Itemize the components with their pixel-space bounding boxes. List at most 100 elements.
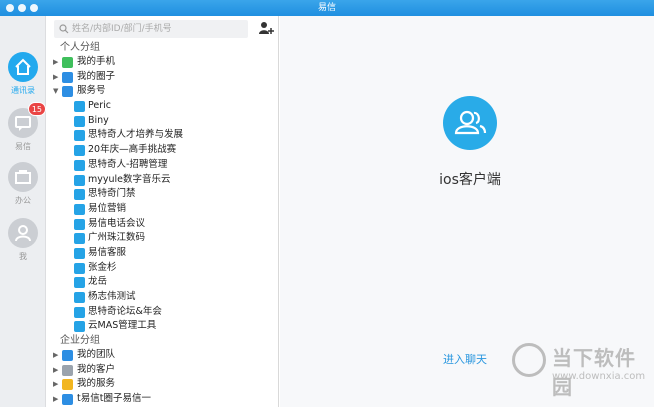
rail-label: 易信 <box>15 142 31 151</box>
contact-list-panel: 个人分组 ▶ 我的手机 ▶ 我的圈子 ▼ 服务号 Peric Biny 思特奇人才培养与发展 20… <box>46 16 279 407</box>
group-label: 我的手机 <box>77 56 116 67</box>
contact-label: myyule数字音乐云 <box>88 173 171 185</box>
contact-label: 易信客服 <box>88 246 127 258</box>
person-icon <box>74 130 85 142</box>
group-title-enterprise: 企业分组 <box>60 335 100 347</box>
person-icon <box>74 189 85 201</box>
search-box <box>54 20 248 38</box>
person-icon <box>74 247 85 259</box>
list-item[interactable]: 易信客服 <box>46 246 278 261</box>
watermark-url: www.downxia.com <box>552 371 646 382</box>
list-item[interactable]: 思特奇人-招聘管理 <box>46 158 278 173</box>
person-icon <box>74 174 85 186</box>
list-item[interactable]: 广州珠江数码 <box>46 231 278 246</box>
group-icon <box>62 379 73 391</box>
window-title: 易信 <box>317 3 336 13</box>
rail-item-messages[interactable]: 15 易信 <box>0 102 46 152</box>
house-icon <box>8 52 38 82</box>
person-icon <box>74 321 85 333</box>
person-icon <box>8 218 38 248</box>
group-row[interactable]: ▶ 我的圈子 <box>46 70 278 85</box>
expand-arrow-icon[interactable]: ▼ <box>53 84 58 99</box>
list-item[interactable]: 杨志伟测试 <box>46 290 278 305</box>
list-item[interactable]: 易信电话会议 <box>46 217 278 232</box>
close-window-button[interactable] <box>6 4 14 12</box>
group-row[interactable]: ▼ 服务号 <box>46 84 278 99</box>
list-item[interactable]: myyule数字音乐云 <box>46 173 278 188</box>
contact-label: 思特奇人才培养与发展 <box>88 129 184 141</box>
nav-rail: 通讯录 15 易信 办公 我 <box>0 16 46 407</box>
group-row[interactable]: ▶ 我的客户 <box>46 363 278 378</box>
person-icon <box>74 145 85 157</box>
rail-item-contacts[interactable]: 通讯录 <box>0 52 46 96</box>
collapse-arrow-icon[interactable]: ▶ <box>53 348 58 363</box>
group-icon <box>62 86 73 98</box>
group-label: 我的客户 <box>77 363 116 375</box>
contact-label: 龙岳 <box>88 276 108 288</box>
title-bar: 易信 <box>0 0 654 16</box>
group-label: 我的圈子 <box>77 70 116 82</box>
list-item[interactable]: 张金杉 <box>46 261 278 276</box>
watermark: 当下软件园 www.downxia.com <box>508 340 654 400</box>
contact-tree: 个人分组 ▶ 我的手机 ▶ 我的圈子 ▼ 服务号 Peric Biny 思特奇人才培养与发展 20… <box>46 41 278 407</box>
group-title-personal: 个人分组 <box>60 42 100 53</box>
contact-label: Biny <box>88 114 109 126</box>
group-row[interactable]: ▶ 我的手机 <box>46 55 278 70</box>
contact-label: 张金杉 <box>88 261 117 273</box>
list-item[interactable]: 易位营销 <box>46 202 278 217</box>
person-icon <box>74 233 85 245</box>
group-icon <box>62 71 73 83</box>
enter-chat-link[interactable]: 进入聊天 <box>443 351 487 367</box>
group-row[interactable]: ▶ t易信t圈子易信一 <box>46 392 278 407</box>
contact-label: 20年庆—高手挑战赛 <box>88 144 177 156</box>
group-icon <box>62 364 73 376</box>
person-icon <box>74 159 85 171</box>
person-icon <box>74 306 85 318</box>
search-input[interactable] <box>72 20 246 38</box>
rail-label: 我 <box>19 252 27 261</box>
zoom-window-button[interactable] <box>30 4 38 12</box>
collapse-arrow-icon[interactable]: ▶ <box>53 55 58 70</box>
list-item[interactable]: 思特奇论坛&年会 <box>46 305 278 320</box>
contact-label: 云MAS管理工具 <box>88 320 157 332</box>
add-contact-icon[interactable] <box>258 20 274 36</box>
group-row[interactable]: ▶ 我的服务 <box>46 377 278 392</box>
group-icon <box>62 394 73 406</box>
list-item[interactable]: 思特奇人才培养与发展 <box>46 128 278 143</box>
list-item[interactable]: 20年庆—高手挑战赛 <box>46 143 278 158</box>
contact-name: ios客户端 <box>439 172 501 188</box>
person-icon <box>74 262 85 274</box>
group-label: 我的服务 <box>77 378 116 390</box>
person-icon <box>74 218 85 230</box>
chat-bubble-icon: 15 <box>8 102 46 138</box>
search-icon <box>59 24 69 34</box>
list-item[interactable]: 思特奇门禁 <box>46 187 278 202</box>
group-row[interactable]: ▶ 我的团队 <box>46 348 278 363</box>
list-item[interactable]: 龙岳 <box>46 275 278 290</box>
person-icon <box>74 292 85 303</box>
rail-label: 办公 <box>15 196 31 205</box>
collapse-arrow-icon[interactable]: ▶ <box>53 363 58 378</box>
contact-label: 思特奇论坛&年会 <box>88 305 162 317</box>
group-label: 服务号 <box>77 85 106 97</box>
list-item[interactable]: 云MAS管理工具 <box>46 319 278 334</box>
rail-item-office[interactable]: 办公 <box>0 162 46 206</box>
briefcase-icon <box>8 162 38 192</box>
group-label: t易信t圈子易信一 <box>77 393 151 405</box>
person-icon <box>74 277 85 289</box>
collapse-arrow-icon[interactable]: ▶ <box>53 377 58 392</box>
collapse-arrow-icon[interactable]: ▶ <box>53 70 58 85</box>
collapse-arrow-icon[interactable]: ▶ <box>53 392 58 407</box>
minimize-window-button[interactable] <box>18 4 26 12</box>
list-item[interactable]: Peric <box>46 99 278 114</box>
contact-label: 易位营销 <box>88 202 127 214</box>
group-label: 我的团队 <box>77 349 116 361</box>
contact-label: 杨志伟测试 <box>88 291 136 302</box>
list-item[interactable]: Biny <box>46 114 278 129</box>
group-icon <box>62 350 73 362</box>
unread-badge: 15 <box>27 102 46 116</box>
watermark-logo-icon <box>512 343 546 377</box>
rail-item-me[interactable]: 我 <box>0 218 46 262</box>
person-icon <box>74 115 85 127</box>
contact-label: 易信电话会议 <box>88 217 146 229</box>
